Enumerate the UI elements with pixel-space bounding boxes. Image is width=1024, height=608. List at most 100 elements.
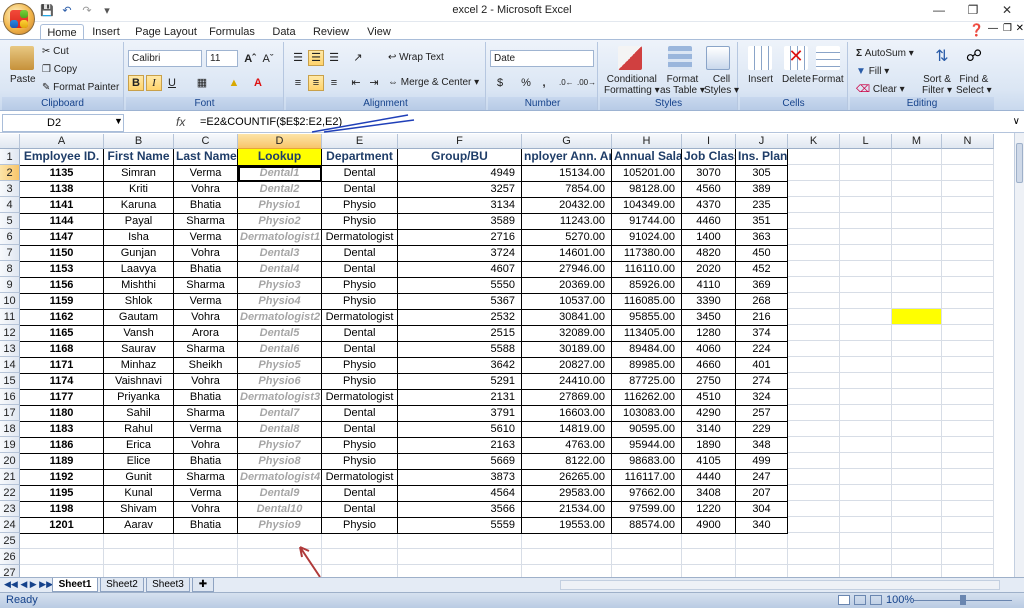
office-button[interactable] (3, 3, 35, 35)
orientation-icon[interactable]: ↗ (350, 50, 366, 66)
data-cell[interactable]: Sheikh (174, 358, 238, 374)
data-cell[interactable]: Minhaz (104, 358, 174, 374)
data-cell[interactable]: 27946.00 (522, 262, 612, 278)
data-cell[interactable]: 369 (736, 278, 788, 294)
cell[interactable] (942, 181, 994, 197)
data-cell[interactable]: 1162 (20, 310, 104, 326)
data-cell[interactable]: 2020 (682, 262, 736, 278)
data-cell[interactable]: 4290 (682, 406, 736, 422)
data-cell[interactable]: 1159 (20, 294, 104, 310)
data-cell[interactable]: Dental (322, 486, 398, 502)
cell-styles-icon[interactable] (706, 46, 730, 70)
data-cell[interactable]: Verma (174, 486, 238, 502)
align-left-icon[interactable]: ≡ (290, 75, 306, 91)
header-cell[interactable]: Ins. Plan (736, 149, 788, 166)
data-cell[interactable]: 351 (736, 214, 788, 230)
cell[interactable] (942, 325, 994, 341)
data-cell[interactable]: 207 (736, 486, 788, 502)
row-header-2[interactable]: 2 (0, 165, 20, 181)
lookup-cell[interactable]: Physio6 (238, 374, 322, 390)
data-cell[interactable]: 4105 (682, 454, 736, 470)
cell[interactable] (892, 405, 942, 421)
conditional-formatting-icon[interactable] (618, 46, 642, 70)
horizontal-scrollbar[interactable] (560, 580, 1000, 590)
normal-view-icon[interactable] (838, 595, 850, 605)
cell[interactable] (942, 485, 994, 501)
cell[interactable] (788, 357, 840, 373)
lookup-cell[interactable]: Physio3 (238, 278, 322, 294)
data-cell[interactable]: 1195 (20, 486, 104, 502)
minimize-button[interactable]: — (922, 0, 956, 20)
data-cell[interactable]: Erica (104, 438, 174, 454)
row-header-14[interactable]: 14 (0, 357, 20, 373)
cell[interactable] (942, 373, 994, 389)
font-size-select[interactable]: 11 (206, 50, 238, 67)
cell[interactable] (840, 261, 892, 277)
header-cell[interactable]: First Name (104, 149, 174, 166)
ribbon-restore-icon[interactable]: ❐ (1003, 23, 1012, 34)
cut-button[interactable]: ✂ Cut (42, 46, 69, 57)
lookup-cell[interactable]: Physio4 (238, 294, 322, 310)
row-header-22[interactable]: 22 (0, 485, 20, 501)
cell[interactable] (892, 197, 942, 213)
cell[interactable] (892, 261, 942, 277)
data-cell[interactable]: 1890 (682, 438, 736, 454)
data-cell[interactable]: Priyanka (104, 390, 174, 406)
increase-decimal-icon[interactable]: .0← (558, 75, 574, 91)
data-cell[interactable]: 1189 (20, 454, 104, 470)
lookup-cell[interactable]: Dental5 (238, 326, 322, 342)
data-cell[interactable]: 1141 (20, 198, 104, 214)
data-cell[interactable]: 4820 (682, 246, 736, 262)
data-cell[interactable]: 104349.00 (612, 198, 682, 214)
data-cell[interactable]: 113405.00 (612, 326, 682, 342)
lookup-cell[interactable]: Physio9 (238, 518, 322, 534)
data-cell[interactable]: 450 (736, 246, 788, 262)
wrap-text-button[interactable]: ↩ Wrap Text (388, 52, 444, 63)
data-cell[interactable]: Sharma (174, 278, 238, 294)
number-format-select[interactable]: Date (490, 50, 594, 67)
data-cell[interactable]: Shlok (104, 294, 174, 310)
data-cell[interactable]: 348 (736, 438, 788, 454)
data-cell[interactable]: Bhatia (174, 454, 238, 470)
copy-button[interactable]: ❐ Copy (42, 64, 77, 75)
cell[interactable] (788, 261, 840, 277)
header-cell[interactable]: Department (322, 149, 398, 166)
sheet-nav-icons[interactable]: ◀◀ ◀ ▶ ▶▶ (4, 579, 53, 590)
data-cell[interactable]: Verma (174, 230, 238, 246)
data-cell[interactable]: Karuna (104, 198, 174, 214)
row-header-15[interactable]: 15 (0, 373, 20, 389)
data-cell[interactable]: 224 (736, 342, 788, 358)
align-top-icon[interactable]: ☰ (290, 50, 306, 66)
data-cell[interactable]: Physio (322, 214, 398, 230)
cell[interactable] (892, 165, 942, 181)
data-cell[interactable]: 14601.00 (522, 246, 612, 262)
sheet-tab-1[interactable]: Sheet1 (52, 578, 98, 592)
cell[interactable] (788, 517, 840, 533)
data-cell[interactable]: 3134 (398, 198, 522, 214)
data-cell[interactable]: 4660 (682, 358, 736, 374)
find-select-button[interactable]: Find & Select ▾ (956, 74, 992, 96)
italic-button[interactable]: I (146, 75, 162, 91)
decrease-indent-icon[interactable]: ⇤ (348, 75, 364, 91)
cell[interactable] (788, 309, 840, 325)
data-cell[interactable]: 10537.00 (522, 294, 612, 310)
tab-page-layout[interactable]: Page Layout (134, 24, 198, 40)
data-cell[interactable]: 5588 (398, 342, 522, 358)
column-header-b[interactable]: B (104, 134, 174, 149)
row-header-18[interactable]: 18 (0, 421, 20, 437)
header-cell[interactable]: Employee ID. (20, 149, 104, 166)
cell[interactable] (840, 309, 892, 325)
data-cell[interactable]: Dental (322, 262, 398, 278)
data-cell[interactable]: 8122.00 (522, 454, 612, 470)
data-cell[interactable]: 103083.00 (612, 406, 682, 422)
data-cell[interactable]: Arora (174, 326, 238, 342)
data-cell[interactable]: 1144 (20, 214, 104, 230)
header-cell[interactable]: nployer Ann. An (522, 149, 612, 166)
cell[interactable] (840, 533, 892, 549)
cell[interactable] (522, 533, 612, 549)
column-header-d[interactable]: D (238, 134, 322, 149)
data-cell[interactable]: Physio (322, 358, 398, 374)
data-cell[interactable]: Physio (322, 294, 398, 310)
data-cell[interactable]: 1156 (20, 278, 104, 294)
data-cell[interactable]: 268 (736, 294, 788, 310)
